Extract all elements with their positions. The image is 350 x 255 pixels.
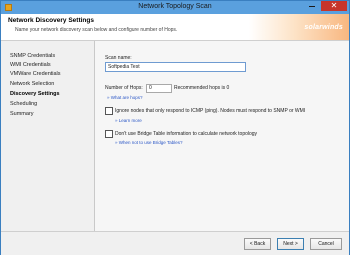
page-subtitle: Name your network discovery scan below a… [15,27,178,33]
wizard-steps-sidebar: SNMP Credentials WMI Credentials VMWare … [1,41,95,231]
settings-panel: Scan name: Softpedia Test Number of Hops… [95,41,349,231]
sidebar-item-snmp-credentials[interactable]: SNMP Credentials [10,53,55,59]
page-header: Network Discovery Settings Name your net… [1,14,349,41]
ignore-icmp-label: Ignore nodes that only respond to ICMP (… [115,108,306,114]
close-button[interactable]: ✕ [321,1,347,11]
sidebar-item-wmi-credentials[interactable]: WMI Credentials [10,62,51,68]
hops-input[interactable]: 0 [146,84,172,93]
sidebar-item-network-selection[interactable]: Network Selection [10,81,54,87]
minimize-button[interactable] [305,1,319,11]
bridge-table-label: Don't use Bridge Table information to ca… [115,131,258,137]
dialog-window: Network Topology Scan ✕ Network Discover… [0,0,350,255]
close-icon: ✕ [330,1,338,10]
scan-name-input[interactable]: Softpedia Test [105,62,246,72]
cancel-button[interactable]: Cancel [310,238,342,250]
solarwinds-logo: solarwinds [304,24,343,31]
hops-label: Number of Hops: [105,85,143,91]
sidebar-item-discovery-settings[interactable]: Discovery Settings [10,91,60,97]
wizard-footer: < Back Next > Cancel [1,231,349,255]
ignore-icmp-checkbox[interactable] [105,107,113,115]
scan-name-label: Scan name: [105,55,132,61]
sidebar-item-scheduling[interactable]: Scheduling [10,101,37,107]
page-title: Network Discovery Settings [8,17,94,24]
what-are-hops-link[interactable]: » What are hops? [107,95,143,100]
title-bar[interactable]: Network Topology Scan ✕ [1,1,349,14]
back-button[interactable]: < Back [244,238,271,250]
next-button[interactable]: Next > [277,238,304,250]
sidebar-item-vmware-credentials[interactable]: VMWare Credentials [10,71,61,77]
bridge-table-link[interactable]: » When not to use Bridge Tables? [115,140,182,145]
hops-recommendation: Recommended hops is 0 [174,85,230,91]
learn-more-link[interactable]: » Learn more [115,118,142,123]
brand-banner: solarwinds [249,14,349,40]
bridge-table-checkbox[interactable] [105,130,113,138]
window-title: Network Topology Scan [138,3,212,10]
sidebar-item-summary[interactable]: Summary [10,111,34,117]
